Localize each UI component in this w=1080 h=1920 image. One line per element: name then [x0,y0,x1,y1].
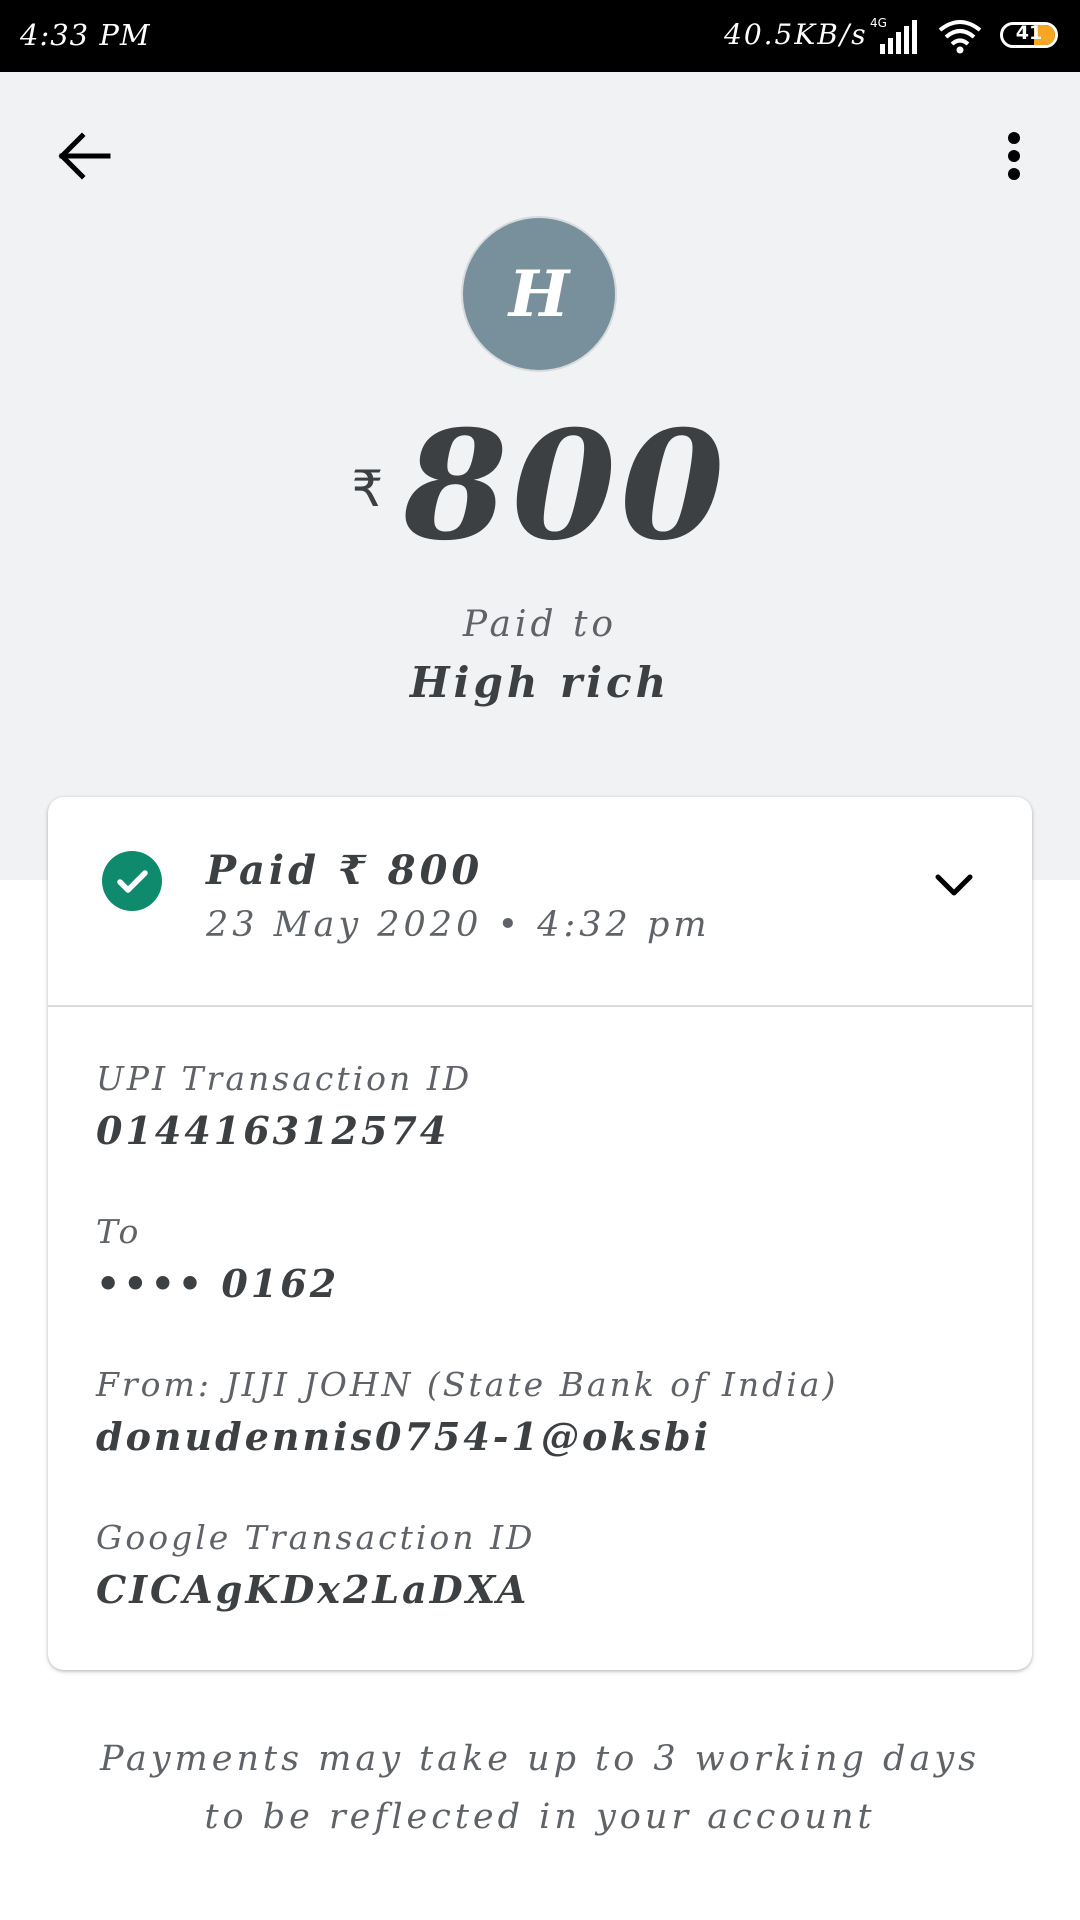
transaction-card: Paid ₹ 800 23 May 2020 • 4:32 pm UPI Tra… [48,797,1032,1670]
payment-amount: ₹800 [0,398,1080,574]
detail-value[interactable]: donudennis0754-1@oksbi [96,1414,838,1459]
more-vert-icon [1008,132,1020,180]
wifi-icon [936,16,984,56]
network-speed: 40.5KB/s [724,18,868,51]
status-time: 4:33 PM [20,18,151,52]
detail-value[interactable]: •••• 0162 [96,1261,339,1306]
processing-note: Payments may take up to 3 working days t… [0,1730,1080,1846]
transaction-status: Paid ₹ 800 [206,847,484,894]
recipient-account: To •••• 0162 [96,1212,339,1306]
check-circle-icon [102,851,162,911]
divider [48,1005,1032,1007]
detail-value[interactable]: CICAgKDx2LaDXA [96,1567,536,1612]
avatar: H [463,218,615,370]
detail-label: Google Transaction ID [96,1518,536,1557]
detail-value[interactable]: 014416312574 [96,1108,472,1153]
battery-icon: 41 [1000,22,1058,48]
back-button[interactable] [50,122,120,192]
payee-name: High rich [409,658,671,707]
expand-button[interactable] [924,855,984,915]
detail-label: UPI Transaction ID [96,1059,473,1098]
transaction-date: 23 May 2020 • 4:32 pm [206,905,711,945]
sender-account: From: JIJI JOHN (State Bank of India) do… [96,1365,838,1459]
more-options-button[interactable] [990,122,1038,192]
currency-symbol: ₹ [351,460,384,518]
network-type: 4G [870,16,887,30]
detail-label: From: JIJI JOHN (State Bank of India) [96,1365,839,1404]
battery-level: 41 [1015,22,1043,44]
detail-label: To [96,1212,142,1251]
upi-transaction-id: UPI Transaction ID 014416312574 [96,1059,472,1153]
amount-value: 800 [403,398,729,574]
avatar-initial: H [508,256,570,332]
signal-icon: 4G [866,16,922,56]
status-bar: 4:33 PM 40.5KB/s 4G 41 [0,0,1080,72]
chevron-down-icon [935,874,973,896]
processing-note-line: Payments may take up to 3 working days [99,1739,981,1779]
arrow-back-icon [58,132,111,180]
processing-note-line: to be reflected in your account [204,1797,876,1837]
google-transaction-id: Google Transaction ID CICAgKDx2LaDXA [96,1518,536,1612]
paid-to-label: Paid to [462,604,618,645]
